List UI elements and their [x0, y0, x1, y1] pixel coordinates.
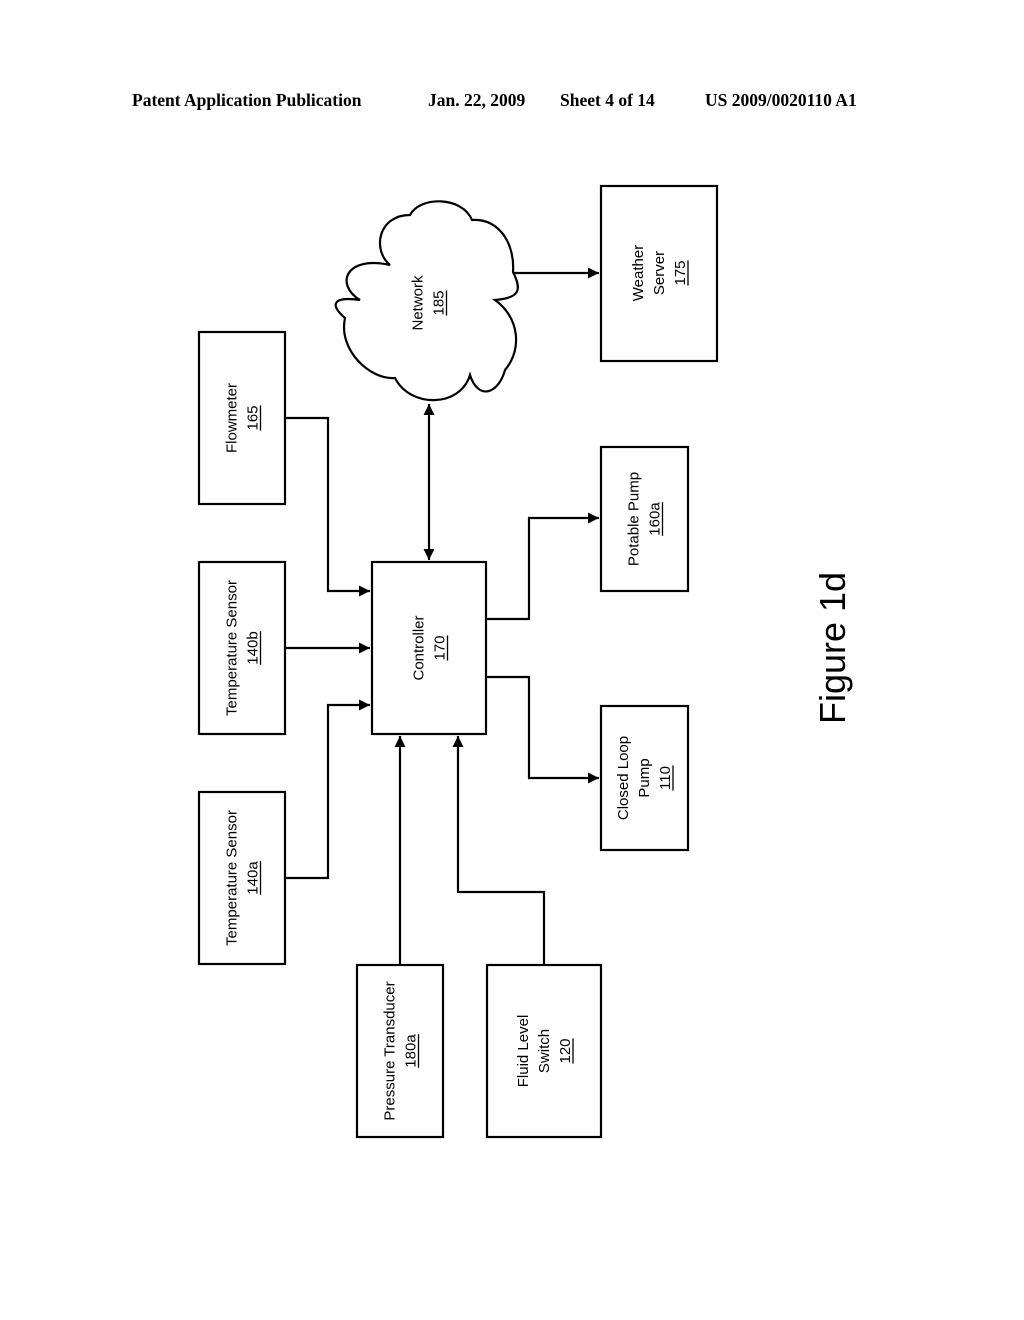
temperature-sensor-140a-box: [197, 790, 287, 966]
reference-number: 170: [432, 635, 449, 660]
fluid-level-switch-to-controller-connector: [452, 736, 546, 965]
potable-pump-box: [599, 445, 690, 593]
figure-label: Figure 1d: [812, 572, 853, 724]
flowmeter-to-controller-connector: [285, 416, 370, 597]
node-name-text: Temperature Sensor: [224, 810, 241, 946]
node-name-text: Fluid Level: [515, 1015, 532, 1088]
reference-number: 175: [672, 260, 689, 285]
block-diagram: Flowmeter 165Temperature Sensor 140bTemper…: [197, 184, 853, 1139]
controller-box: [370, 560, 488, 736]
node-name-text: Network: [410, 275, 427, 331]
node-name-text: Closed Loop: [615, 736, 632, 820]
node-name-text: Weather: [630, 245, 647, 301]
reference-number: 160a: [647, 502, 664, 536]
node-name-text: Pump: [636, 758, 653, 797]
reference-number: 140b: [245, 631, 262, 664]
reference-number: 165: [245, 405, 262, 430]
node-name-text: Flowmeter: [224, 383, 241, 453]
reference-number: 185: [431, 290, 448, 315]
node-name-text: Pressure Transducer: [382, 981, 399, 1120]
temperature-sensor-140b-box: [197, 560, 287, 736]
reference-number: 110: [657, 766, 674, 790]
node-name-text: Controller: [411, 615, 428, 680]
controller-to-potable-pump-connector: [486, 512, 599, 621]
node-name-text: Switch: [536, 1029, 553, 1073]
flowmeter-box: [197, 330, 287, 506]
node-name-text: Temperature Sensor: [224, 580, 241, 716]
node-name-text: Server: [651, 251, 668, 295]
pressure-transducer-box: [355, 963, 445, 1139]
controller-to-closed-loop-pump-connector: [486, 675, 599, 784]
node-name-text: Potable Pump: [626, 472, 643, 566]
reference-number: 140a: [245, 861, 262, 895]
reference-number: 120: [557, 1038, 574, 1063]
network-cloud: [334, 200, 519, 402]
temperature-sensor-140a-to-controller-connector: [285, 699, 370, 880]
reference-number: 180a: [403, 1034, 420, 1068]
